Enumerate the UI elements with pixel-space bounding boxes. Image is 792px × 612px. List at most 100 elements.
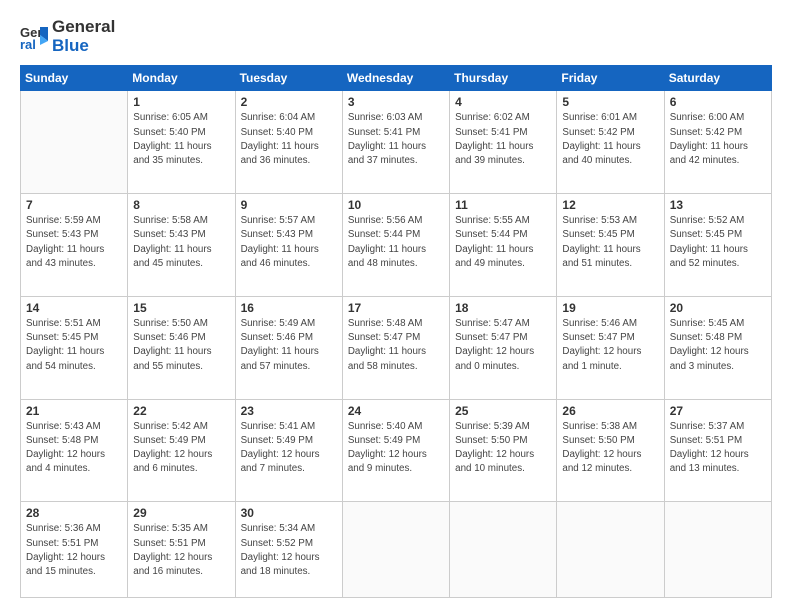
day-info: Sunrise: 6:04 AM Sunset: 5:40 PM Dayligh… xyxy=(241,111,337,168)
day-info: Sunrise: 6:03 AM Sunset: 5:41 PM Dayligh… xyxy=(348,111,444,168)
calendar-week-5: 28Sunrise: 5:36 AM Sunset: 5:51 PM Dayli… xyxy=(21,502,772,598)
calendar-header-wednesday: Wednesday xyxy=(342,66,449,91)
day-number: 17 xyxy=(348,301,444,315)
calendar-week-4: 21 Sunrise: 5:43 AM Sunset: 5:48 PM Dayli… xyxy=(21,399,772,502)
day-number: 15 xyxy=(133,301,229,315)
day-number: 4 xyxy=(455,95,551,109)
day-number: 18 xyxy=(455,301,551,315)
day-info: Sunrise: 5:49 AM Sunset: 5:46 PM Dayligh… xyxy=(241,317,337,374)
day-info: Sunrise: 5:45 AM Sunset: 5:48 PM Dayligh… xyxy=(670,317,766,374)
svg-text:ral: ral xyxy=(20,37,36,51)
calendar-cell: 19 Sunrise: 5:46 AM Sunset: 5:47 PM Dayli… xyxy=(557,296,664,399)
day-number: 14 xyxy=(26,301,122,315)
calendar-cell: 16 Sunrise: 5:49 AM Sunset: 5:46 PM Dayli… xyxy=(235,296,342,399)
calendar-cell: 20 Sunrise: 5:45 AM Sunset: 5:48 PM Dayli… xyxy=(664,296,771,399)
day-info: Sunrise: 5:34 AM Sunset: 5:52 PM Dayligh… xyxy=(241,522,337,579)
logo-text: General Blue xyxy=(52,18,115,55)
day-info: Sunrise: 5:37 AM Sunset: 5:51 PM Dayligh… xyxy=(670,420,766,477)
day-number: 23 xyxy=(241,404,337,418)
calendar-cell: 1 Sunrise: 6:05 AM Sunset: 5:40 PM Daylig… xyxy=(128,91,235,194)
day-number: 30 xyxy=(241,506,337,520)
day-number: 10 xyxy=(348,198,444,212)
day-number: 2 xyxy=(241,95,337,109)
calendar-cell xyxy=(450,502,557,598)
calendar-cell: 3 Sunrise: 6:03 AM Sunset: 5:41 PM Daylig… xyxy=(342,91,449,194)
day-number: 7 xyxy=(26,198,122,212)
calendar-table: SundayMondayTuesdayWednesdayThursdayFrid… xyxy=(20,65,772,598)
calendar-page: Gene ral General Blue SundayMondayTuesda… xyxy=(0,0,792,612)
day-info: Sunrise: 5:36 AM Sunset: 5:51 PM Dayligh… xyxy=(26,522,122,579)
calendar-cell: 8 Sunrise: 5:58 AM Sunset: 5:43 PM Daylig… xyxy=(128,194,235,297)
calendar-cell: 22 Sunrise: 5:42 AM Sunset: 5:49 PM Dayli… xyxy=(128,399,235,502)
day-number: 12 xyxy=(562,198,658,212)
calendar-cell: 28Sunrise: 5:36 AM Sunset: 5:51 PM Dayli… xyxy=(21,502,128,598)
header: Gene ral General Blue xyxy=(20,18,772,55)
day-info: Sunrise: 5:56 AM Sunset: 5:44 PM Dayligh… xyxy=(348,214,444,271)
calendar-cell: 30 Sunrise: 5:34 AM Sunset: 5:52 PM Dayli… xyxy=(235,502,342,598)
calendar-cell: 27 Sunrise: 5:37 AM Sunset: 5:51 PM Dayli… xyxy=(664,399,771,502)
day-number: 24 xyxy=(348,404,444,418)
day-info: Sunrise: 6:00 AM Sunset: 5:42 PM Dayligh… xyxy=(670,111,766,168)
day-info: Sunrise: 5:43 AM Sunset: 5:48 PM Dayligh… xyxy=(26,420,122,477)
calendar-week-1: 1 Sunrise: 6:05 AM Sunset: 5:40 PM Daylig… xyxy=(21,91,772,194)
calendar-cell: 21 Sunrise: 5:43 AM Sunset: 5:48 PM Dayli… xyxy=(21,399,128,502)
day-info: Sunrise: 5:48 AM Sunset: 5:47 PM Dayligh… xyxy=(348,317,444,374)
day-info: Sunrise: 6:01 AM Sunset: 5:42 PM Dayligh… xyxy=(562,111,658,168)
day-info: Sunrise: 5:57 AM Sunset: 5:43 PM Dayligh… xyxy=(241,214,337,271)
logo-icon: Gene ral xyxy=(20,23,48,51)
day-info: Sunrise: 5:55 AM Sunset: 5:44 PM Dayligh… xyxy=(455,214,551,271)
day-info: Sunrise: 5:51 AM Sunset: 5:45 PM Dayligh… xyxy=(26,317,122,374)
day-number: 20 xyxy=(670,301,766,315)
day-info: Sunrise: 6:02 AM Sunset: 5:41 PM Dayligh… xyxy=(455,111,551,168)
calendar-header-saturday: Saturday xyxy=(664,66,771,91)
day-info: Sunrise: 5:42 AM Sunset: 5:49 PM Dayligh… xyxy=(133,420,229,477)
day-number: 16 xyxy=(241,301,337,315)
day-info: Sunrise: 5:50 AM Sunset: 5:46 PM Dayligh… xyxy=(133,317,229,374)
calendar-cell: 2 Sunrise: 6:04 AM Sunset: 5:40 PM Daylig… xyxy=(235,91,342,194)
day-number: 9 xyxy=(241,198,337,212)
calendar-cell: 11 Sunrise: 5:55 AM Sunset: 5:44 PM Dayli… xyxy=(450,194,557,297)
day-info: Sunrise: 5:38 AM Sunset: 5:50 PM Dayligh… xyxy=(562,420,658,477)
day-number: 11 xyxy=(455,198,551,212)
day-info: Sunrise: 5:47 AM Sunset: 5:47 PM Dayligh… xyxy=(455,317,551,374)
day-number: 21 xyxy=(26,404,122,418)
day-number: 29 xyxy=(133,506,229,520)
day-number: 6 xyxy=(670,95,766,109)
day-number: 5 xyxy=(562,95,658,109)
day-info: Sunrise: 5:53 AM Sunset: 5:45 PM Dayligh… xyxy=(562,214,658,271)
calendar-cell: 14 Sunrise: 5:51 AM Sunset: 5:45 PM Dayli… xyxy=(21,296,128,399)
day-number: 8 xyxy=(133,198,229,212)
calendar-cell: 5 Sunrise: 6:01 AM Sunset: 5:42 PM Daylig… xyxy=(557,91,664,194)
day-info: Sunrise: 5:59 AM Sunset: 5:43 PM Dayligh… xyxy=(26,214,122,271)
day-info: Sunrise: 5:58 AM Sunset: 5:43 PM Dayligh… xyxy=(133,214,229,271)
day-number: 22 xyxy=(133,404,229,418)
calendar-cell xyxy=(21,91,128,194)
calendar-header-sunday: Sunday xyxy=(21,66,128,91)
calendar-header-row: SundayMondayTuesdayWednesdayThursdayFrid… xyxy=(21,66,772,91)
calendar-cell: 9 Sunrise: 5:57 AM Sunset: 5:43 PM Daylig… xyxy=(235,194,342,297)
calendar-header-friday: Friday xyxy=(557,66,664,91)
calendar-cell: 10 Sunrise: 5:56 AM Sunset: 5:44 PM Dayli… xyxy=(342,194,449,297)
calendar-header-thursday: Thursday xyxy=(450,66,557,91)
calendar-cell xyxy=(664,502,771,598)
calendar-cell: 12 Sunrise: 5:53 AM Sunset: 5:45 PM Dayli… xyxy=(557,194,664,297)
calendar-week-3: 14 Sunrise: 5:51 AM Sunset: 5:45 PM Dayli… xyxy=(21,296,772,399)
calendar-week-2: 7 Sunrise: 5:59 AM Sunset: 5:43 PM Daylig… xyxy=(21,194,772,297)
day-number: 19 xyxy=(562,301,658,315)
day-info: Sunrise: 5:40 AM Sunset: 5:49 PM Dayligh… xyxy=(348,420,444,477)
day-number: 13 xyxy=(670,198,766,212)
calendar-cell: 26 Sunrise: 5:38 AM Sunset: 5:50 PM Dayli… xyxy=(557,399,664,502)
day-number: 1 xyxy=(133,95,229,109)
calendar-cell: 15 Sunrise: 5:50 AM Sunset: 5:46 PM Dayli… xyxy=(128,296,235,399)
calendar-cell: 17 Sunrise: 5:48 AM Sunset: 5:47 PM Dayli… xyxy=(342,296,449,399)
day-number: 27 xyxy=(670,404,766,418)
day-info: Sunrise: 5:35 AM Sunset: 5:51 PM Dayligh… xyxy=(133,522,229,579)
day-number: 3 xyxy=(348,95,444,109)
day-number: 26 xyxy=(562,404,658,418)
calendar-cell: 6 Sunrise: 6:00 AM Sunset: 5:42 PM Daylig… xyxy=(664,91,771,194)
day-info: Sunrise: 5:52 AM Sunset: 5:45 PM Dayligh… xyxy=(670,214,766,271)
calendar-cell: 4 Sunrise: 6:02 AM Sunset: 5:41 PM Daylig… xyxy=(450,91,557,194)
day-info: Sunrise: 6:05 AM Sunset: 5:40 PM Dayligh… xyxy=(133,111,229,168)
day-info: Sunrise: 5:46 AM Sunset: 5:47 PM Dayligh… xyxy=(562,317,658,374)
day-info: Sunrise: 5:39 AM Sunset: 5:50 PM Dayligh… xyxy=(455,420,551,477)
